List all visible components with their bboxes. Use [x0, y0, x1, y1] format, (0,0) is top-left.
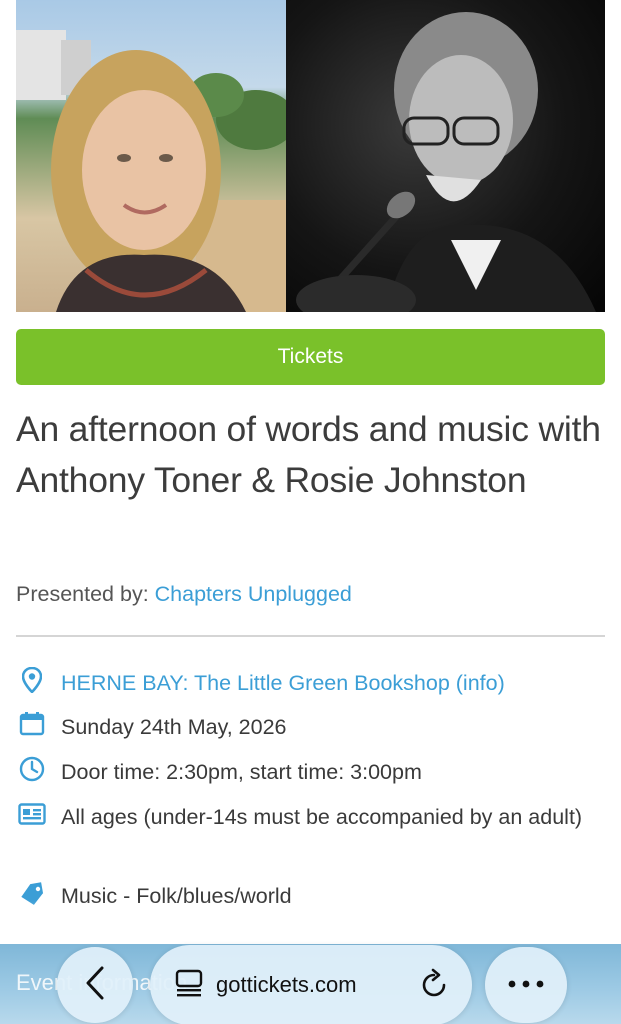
- venue-row[interactable]: HERNE BAY: The Little Green Bookshop (in…: [16, 666, 606, 700]
- id-card-icon: [16, 800, 48, 828]
- content-fade: [0, 900, 621, 950]
- url-text: gottickets.com: [216, 972, 357, 997]
- more-options-button[interactable]: [485, 947, 567, 1023]
- event-hero-image: [16, 0, 605, 312]
- back-button[interactable]: [57, 947, 133, 1023]
- date-row: Sunday 24th May, 2026: [16, 710, 606, 744]
- presented-by: Presented by: Chapters Unplugged: [16, 582, 352, 607]
- clock-icon: [16, 755, 48, 783]
- reload-icon[interactable]: [420, 967, 450, 1004]
- event-title: An afternoon of words and music with Ant…: [16, 409, 601, 500]
- ellipsis-icon: [506, 976, 546, 994]
- calendar-icon: [16, 710, 48, 738]
- rosie-johnston-photo: [16, 0, 286, 312]
- age-row: All ages (under-14s must be accompanied …: [16, 800, 606, 834]
- presented-by-label: Presented by:: [16, 582, 149, 606]
- chevron-left-icon: [84, 965, 106, 1006]
- event-times: Door time: 2:30pm, start time: 3:00pm: [61, 760, 422, 784]
- age-restriction: All ages (under-14s must be accompanied …: [61, 805, 583, 829]
- venue-link[interactable]: HERNE BAY: The Little Green Bookshop (in…: [61, 666, 505, 700]
- presenter-link[interactable]: Chapters Unplugged: [155, 582, 352, 606]
- event-date: Sunday 24th May, 2026: [61, 715, 287, 739]
- location-pin-icon: [16, 666, 48, 694]
- anthony-toner-photo: [286, 0, 605, 312]
- time-row: Door time: 2:30pm, start time: 3:00pm: [16, 755, 606, 789]
- tickets-button[interactable]: Tickets: [16, 329, 605, 385]
- reader-mode-icon[interactable]: [174, 968, 204, 1003]
- address-bar[interactable]: gottickets.com: [150, 945, 472, 1024]
- tickets-button-label: Tickets: [277, 345, 344, 368]
- divider: [16, 635, 605, 637]
